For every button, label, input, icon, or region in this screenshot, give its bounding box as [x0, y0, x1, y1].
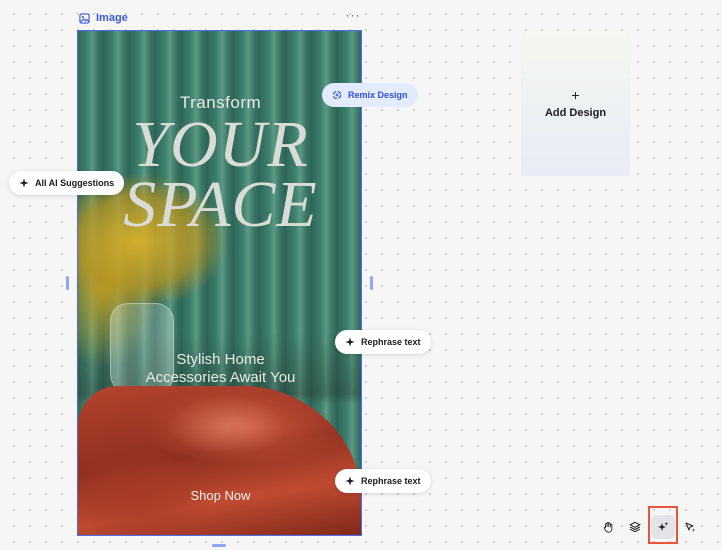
- resize-handle-bottom[interactable]: [212, 544, 226, 547]
- layers-button[interactable]: [623, 515, 647, 539]
- add-design-card[interactable]: + Add Design: [521, 31, 630, 176]
- chair-highlight: [168, 396, 288, 456]
- all-ai-suggestions-button[interactable]: All AI Suggestions: [9, 171, 125, 195]
- sparkle-icon: [345, 476, 355, 486]
- sparkle-icon: [19, 178, 29, 188]
- rephrase-label: Rephrase text: [361, 337, 421, 347]
- sparkle-icon: [345, 337, 355, 347]
- more-options-button[interactable]: ···: [345, 9, 361, 24]
- cursor-sparkle-icon: [685, 522, 695, 532]
- ai-sparkle-icon: [658, 521, 669, 531]
- remix-design-button[interactable]: Remix Design: [322, 83, 418, 107]
- resize-handle-left[interactable]: [66, 276, 69, 290]
- rephrase-text-button[interactable]: Rephrase text: [335, 469, 431, 493]
- hand-icon: [603, 521, 613, 533]
- remix-label: Remix Design: [348, 90, 408, 100]
- layers-icon: [629, 521, 641, 533]
- frame-label[interactable]: Image: [79, 10, 128, 26]
- hand-tool-button[interactable]: [596, 515, 620, 539]
- rephrase-label: Rephrase text: [361, 476, 421, 486]
- rephrase-text-button[interactable]: Rephrase text: [335, 330, 431, 354]
- add-design-label: Add Design: [544, 106, 607, 119]
- heading-big-line1[interactable]: YOUR: [78, 112, 361, 178]
- remix-icon: [332, 90, 342, 100]
- plus-icon: +: [571, 86, 580, 103]
- cta-text[interactable]: Shop Now: [78, 488, 361, 503]
- ai-tool-button[interactable]: [651, 515, 675, 539]
- design-canvas[interactable]: Transform YOUR SPACE Stylish Home Access…: [77, 30, 362, 536]
- ai-cursor-button[interactable]: [678, 515, 702, 539]
- subheading-line1[interactable]: Stylish Home: [78, 351, 361, 368]
- frame-label-text: Image: [96, 12, 128, 24]
- subheading-line2[interactable]: Accessories Await You: [78, 369, 361, 386]
- resize-handle-right[interactable]: [370, 276, 373, 290]
- all-suggestions-label: All AI Suggestions: [35, 178, 115, 188]
- image-icon: [79, 12, 90, 24]
